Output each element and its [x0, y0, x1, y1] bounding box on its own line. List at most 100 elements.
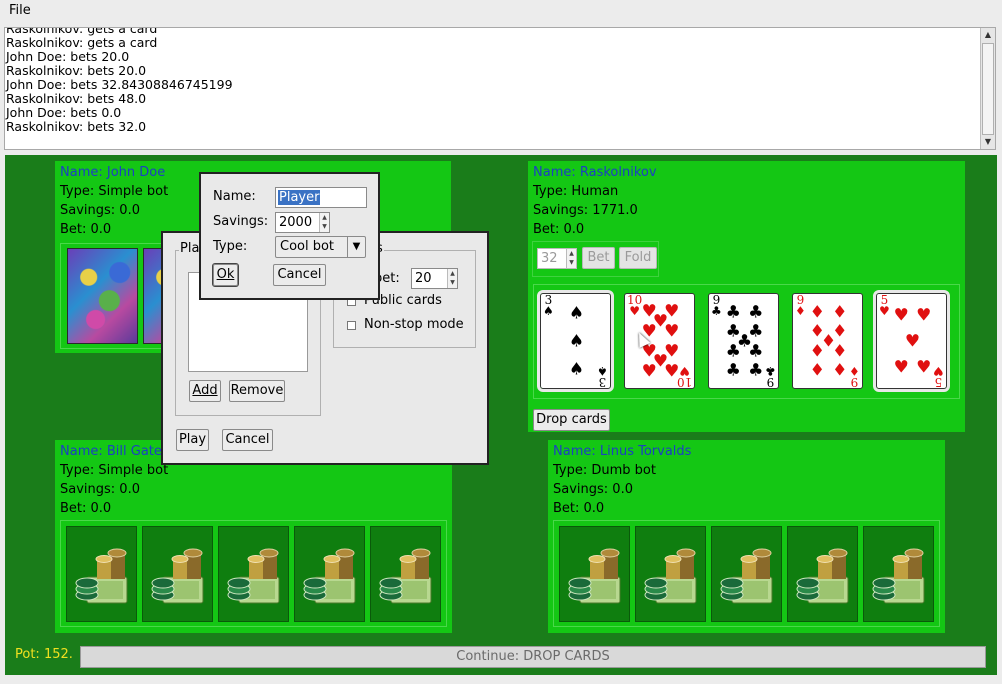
card-pip: ♦ — [832, 341, 848, 362]
card-pip: ♥ — [664, 361, 680, 382]
card-back — [142, 526, 213, 622]
player-name: Name: Bill Gates — [60, 444, 169, 459]
continue-button[interactable]: Continue: DROP CARDS — [80, 646, 986, 668]
player-bet: Bet: 0.0 — [60, 222, 112, 237]
log-line: Raskolnikov: bets 32.0 — [6, 119, 147, 134]
player-type: Type: Dumb bot — [553, 463, 656, 478]
money-chips-icon — [720, 548, 773, 604]
card-pip: ♣ — [748, 341, 764, 362]
card-corner: 9 ♣ — [765, 364, 776, 389]
player-panel-linus-torvalds: Name: Linus Torvalds Type: Dumb bot Savi… — [548, 440, 945, 633]
card-pip: ♥ — [916, 357, 932, 378]
card-pip: ♥ — [664, 321, 680, 342]
ok-button[interactable]: Ok — [212, 263, 239, 287]
menu-file[interactable]: File — [6, 2, 34, 19]
card-pip: ♦ — [809, 360, 825, 381]
playing-card[interactable]: 9 ♣ 9 ♣ ♣ ♣ ♣ ♣ ♣ ♣ ♣ ♣ ♣ — [708, 293, 779, 389]
fold-button[interactable]: Fold — [619, 247, 657, 269]
nonstop-mode-checkbox[interactable] — [347, 321, 356, 330]
player-type: Type: Human — [533, 184, 619, 199]
pot-label: Pot: 152. — [15, 647, 73, 662]
savings-stepper[interactable]: 2000 ▲ ▼ — [275, 212, 330, 233]
card-pip: ♦ — [809, 302, 825, 323]
max-bet-value: 20 — [415, 271, 432, 286]
remove-label: Remove — [230, 383, 284, 398]
log-line: Raskolnikov: gets a card — [6, 35, 158, 50]
playing-card[interactable]: 5 ♥ 5 ♥ ♥ ♥ ♥ ♥ ♥ — [873, 290, 950, 392]
card-pip: ♣ — [725, 360, 741, 381]
card-pip: ♦ — [832, 360, 848, 381]
card-pip: ♣ — [725, 341, 741, 362]
stepper-arrows-icon[interactable]: ▲ ▼ — [447, 269, 457, 288]
player-type: Type: Simple bot — [60, 463, 169, 478]
max-bet-stepper[interactable]: 20 ▲ ▼ — [411, 268, 458, 289]
chevron-down-icon[interactable]: ▼ — [347, 237, 365, 257]
card-back — [863, 526, 934, 622]
card-pip: ♥ — [904, 331, 921, 352]
card-corner: 3 ♠ — [597, 364, 608, 389]
card-pip: ♥ — [893, 357, 909, 378]
scroll-up-icon[interactable]: ▲ — [981, 28, 995, 42]
money-chips-icon — [644, 548, 697, 604]
card-back — [559, 526, 630, 622]
playing-card[interactable]: 10 ♥ 10 ♥ ♥ ♥ ♥ ♥ ♥ ♥ ♥ ♥ ♥ ♥ — [624, 293, 695, 389]
money-chips-icon — [796, 548, 849, 604]
player-bet: Bet: 0.0 — [553, 501, 605, 516]
card-back — [787, 526, 858, 622]
drop-cards-button[interactable]: Drop cards — [533, 409, 610, 431]
card-corner: 5 ♥ — [879, 293, 890, 318]
stepper-arrows-icon[interactable]: ▲ ▼ — [566, 249, 576, 268]
scroll-down-icon[interactable]: ▼ — [981, 135, 995, 149]
remove-player-button[interactable]: Remove — [229, 380, 285, 402]
player-savings: Savings: 0.0 — [553, 482, 633, 497]
player-savings: Savings: 0.0 — [60, 203, 140, 218]
card-corner: 9 ♣ — [711, 293, 722, 318]
player-bet: Bet: 0.0 — [60, 501, 112, 516]
card-corner: 5 ♥ — [933, 364, 944, 389]
money-chips-icon — [379, 548, 432, 604]
card-pip: ♣ — [748, 302, 764, 323]
cancel-setup-button[interactable]: Cancel — [222, 429, 273, 451]
log-lines: Raskolnikov: gets a card Raskolnikov: ge… — [6, 28, 233, 134]
bet-controls: 32 ▲ ▼ Bet Fold — [532, 241, 659, 277]
players-group-title: Pla — [179, 241, 201, 256]
card-pip: ♠ — [568, 303, 585, 324]
scroll-thumb[interactable] — [982, 43, 994, 135]
nonstop-mode-label: Non-stop mode — [364, 317, 464, 332]
playing-card[interactable]: 9 ♦ 9 ♦ ♦ ♦ ♦ ♦ ♦ ♦ ♦ ♦ ♦ — [792, 293, 863, 389]
log-line: Raskolnikov: bets 20.0 — [6, 63, 147, 78]
ok-label: Ok — [216, 267, 235, 282]
player-panel-raskolnikov: Name: Raskolnikov Type: Human Savings: 1… — [528, 161, 965, 432]
log-line: John Doe: bets 32.84308846745199 — [6, 77, 233, 92]
log-scrollbar[interactable]: ▲ ▼ — [980, 28, 995, 149]
card-row — [553, 520, 940, 627]
game-log[interactable]: Raskolnikov: gets a card Raskolnikov: ge… — [4, 27, 996, 150]
card-corner: 3 ♠ — [543, 293, 554, 318]
bet-amount-stepper[interactable]: 32 ▲ ▼ — [537, 248, 577, 269]
player-name: Name: John Doe — [60, 165, 166, 180]
card-pip: ♦ — [809, 341, 825, 362]
type-value: Cool bot — [280, 239, 335, 254]
bet-amount-value: 32 — [541, 251, 558, 266]
card-back — [66, 526, 137, 622]
playing-card[interactable]: 3 ♠ 3 ♠ ♠ ♠ ♠ — [537, 290, 614, 392]
player-name: Name: Linus Torvalds — [553, 444, 692, 459]
card-pip: ♥ — [641, 361, 657, 382]
name-field[interactable]: Player — [275, 187, 367, 208]
savings-value: 2000 — [279, 215, 313, 230]
log-line: Raskolnikov: bets 48.0 — [6, 91, 147, 106]
play-button[interactable]: Play — [176, 429, 209, 451]
card-back — [635, 526, 706, 622]
card-pip: ♣ — [725, 302, 741, 323]
savings-label: Savings: — [213, 214, 269, 229]
card-corner: 9 ♦ — [795, 293, 806, 318]
add-player-button[interactable]: Add — [189, 380, 221, 402]
type-select[interactable]: Cool bot ▼ — [275, 236, 366, 258]
stepper-arrows-icon[interactable]: ▲ ▼ — [319, 213, 329, 232]
player-panel-bill-gates: Name: Bill Gates Type: Simple bot Saving… — [55, 440, 452, 633]
bet-button[interactable]: Bet — [582, 247, 615, 269]
player-savings: Savings: 1771.0 — [533, 203, 638, 218]
cancel-player-button[interactable]: Cancel — [273, 264, 326, 286]
card-pip: ♠ — [568, 359, 585, 380]
card-corner: 10 ♥ — [627, 293, 643, 318]
